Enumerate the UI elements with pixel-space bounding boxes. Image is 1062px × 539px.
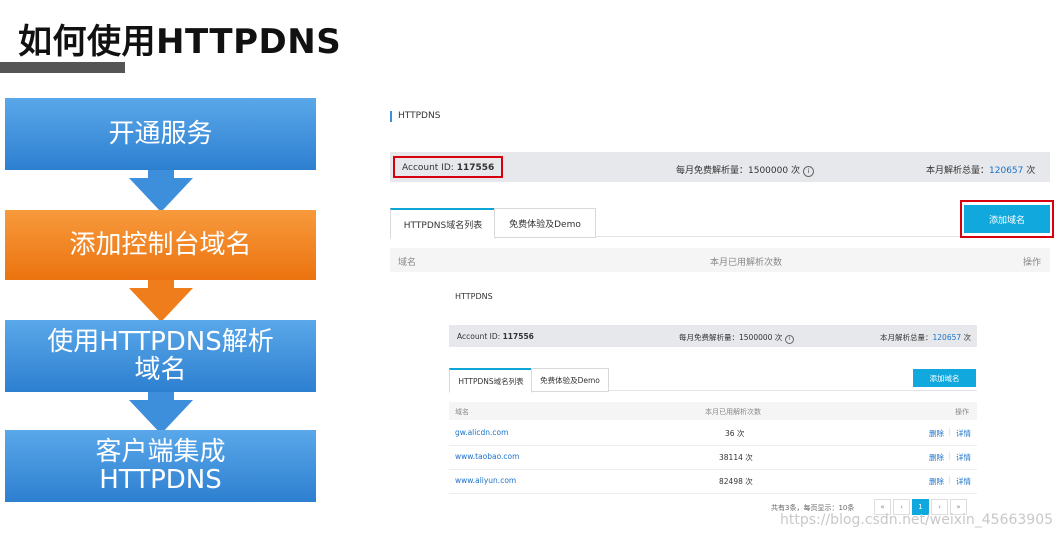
table-row: gw.alicdn.com 36 次 删除 | 详情 — [449, 421, 977, 445]
free-quota: 每月免费解析量：1500000 次 i — [676, 163, 814, 177]
step-use-httpdns: 使用HTTPDNS解析 域名 — [5, 320, 316, 392]
step-client-integration: 客户端集成 HTTPDNS — [5, 430, 316, 502]
step-label: 使用HTTPDNS解析 域名 — [47, 327, 274, 385]
table-row: www.taobao.com 38114 次 删除 | 详情 — [449, 445, 977, 469]
step-add-console-domain: 添加控制台域名 — [5, 210, 316, 280]
col-domain: 域名 — [398, 258, 417, 268]
link-separator: | — [948, 476, 951, 484]
row-count: 82498 次 — [719, 477, 753, 486]
col-actions: 操作 — [955, 408, 969, 416]
slide-title: 如何使用HTTPDNS — [18, 22, 342, 62]
link-separator: | — [948, 452, 951, 460]
domain-link[interactable]: www.taobao.com — [455, 452, 519, 461]
month-total: 本月解析总量：120657 次 — [880, 333, 972, 342]
add-domain-button[interactable]: 添加域名 — [913, 369, 976, 387]
detail-link[interactable]: 详情 — [956, 428, 971, 439]
flow-arrow — [129, 280, 193, 322]
watermark: https://blog.csdn.net/weixin_45663905 — [780, 512, 1054, 528]
col-domain: 域名 — [455, 408, 469, 416]
tab-free-demo[interactable]: 免费体验及Demo — [531, 368, 609, 392]
info-icon: i — [802, 166, 814, 177]
info-icon: i — [784, 335, 794, 344]
flow-arrow — [129, 170, 193, 212]
row-divider — [449, 493, 977, 494]
breadcrumb: HTTPDNS — [455, 292, 493, 301]
account-id: Account ID: 117556 — [402, 163, 495, 173]
title-underline — [0, 62, 125, 73]
delete-link[interactable]: 删除 — [929, 428, 944, 439]
table-row: www.aliyun.com 82498 次 删除 | 详情 — [449, 469, 977, 493]
col-monthly-count: 本月已用解析次数 — [710, 258, 783, 268]
detail-link[interactable]: 详情 — [956, 476, 971, 487]
console-screenshot-inset: HTTPDNS Account ID: 117556 每月免费解析量：15000… — [447, 283, 980, 526]
console-screenshot-main: HTTPDNS Account ID: 117556 每月免费解析量：15000… — [380, 96, 1056, 286]
breadcrumb-marker — [390, 111, 392, 122]
domain-link[interactable]: gw.alicdn.com — [455, 428, 508, 437]
account-id: Account ID: 117556 — [457, 332, 534, 341]
step-label: 客户端集成 HTTPDNS — [95, 437, 226, 495]
row-count: 36 次 — [725, 429, 745, 438]
breadcrumb: HTTPDNS — [398, 111, 441, 121]
delete-link[interactable]: 删除 — [929, 476, 944, 487]
link-separator: | — [948, 428, 951, 436]
col-actions: 操作 — [1023, 258, 1042, 268]
detail-link[interactable]: 详情 — [956, 452, 971, 463]
month-total: 本月解析总量：120657 次 — [926, 166, 1036, 176]
flow-arrow — [129, 392, 193, 434]
tab-free-demo[interactable]: 免费体验及Demo — [494, 208, 596, 238]
tab-domain-list[interactable]: HTTPDNS域名列表 — [390, 208, 496, 239]
step-label: 开通服务 — [108, 119, 213, 149]
add-domain-button[interactable]: 添加域名 — [964, 205, 1050, 233]
col-monthly-count: 本月已用解析次数 — [705, 408, 761, 416]
tab-domain-list[interactable]: HTTPDNS域名列表 — [449, 368, 533, 393]
domain-link[interactable]: www.aliyun.com — [455, 476, 516, 485]
row-count: 38114 次 — [719, 453, 753, 462]
delete-link[interactable]: 删除 — [929, 452, 944, 463]
step-open-service: 开通服务 — [5, 98, 316, 170]
free-quota: 每月免费解析量：1500000 次 i — [679, 332, 794, 344]
step-label: 添加控制台域名 — [69, 230, 252, 260]
